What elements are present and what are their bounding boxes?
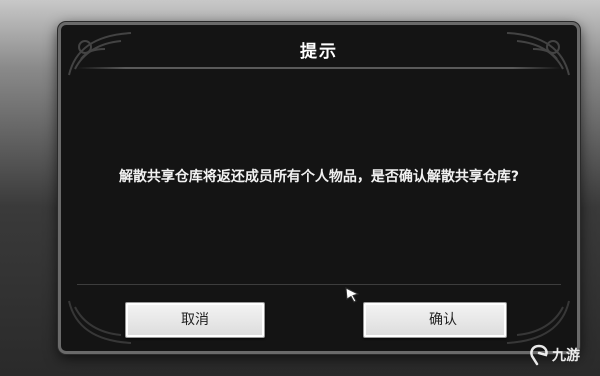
title-divider xyxy=(77,67,561,69)
dialog-title: 提示 xyxy=(300,42,338,62)
watermark-logo-icon xyxy=(530,344,548,366)
watermark: 九游 xyxy=(528,343,580,367)
cancel-button[interactable]: 取消 xyxy=(125,302,265,338)
confirm-button-label: 确认 xyxy=(429,312,457,328)
confirm-dialog: 提示 解散共享仓库将返还成员所有个人物品，是否确认解散共享仓库? 取消 确认 xyxy=(58,22,580,354)
confirm-button[interactable]: 确认 xyxy=(363,302,507,338)
corner-ornament-icon xyxy=(506,300,570,344)
watermark-text: 九游 xyxy=(552,348,580,364)
dialog-message: 解散共享仓库将返还成员所有个人物品，是否确认解散共享仓库? xyxy=(118,169,520,185)
pointer-cursor-icon xyxy=(345,287,360,303)
footer-divider xyxy=(77,284,561,285)
